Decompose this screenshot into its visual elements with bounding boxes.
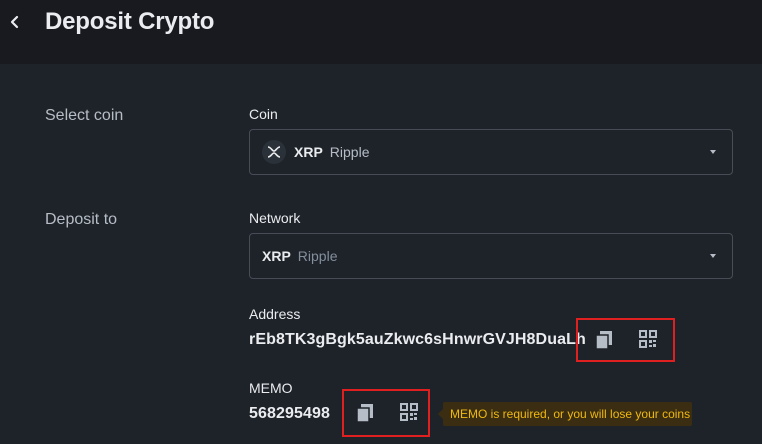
copy-address-button[interactable]: [593, 330, 615, 355]
xrp-logo-icon: [262, 140, 286, 164]
back-button[interactable]: [4, 10, 26, 38]
copy-icon: [356, 403, 374, 428]
qr-code-icon: [639, 329, 657, 353]
network-field-label: Network: [249, 210, 301, 226]
copy-icon: [595, 330, 613, 355]
network-select[interactable]: XRP Ripple: [249, 233, 733, 279]
memo-warning-text: MEMO is required, or you will lose your …: [450, 407, 691, 421]
coin-select[interactable]: XRP Ripple: [249, 129, 733, 175]
address-value: rEb8TK3gBgk5auZkwc6sHnwrGVJH8DuaLh: [249, 331, 586, 348]
memo-warning-tooltip: MEMO is required, or you will lose your …: [438, 402, 692, 426]
address-qr-button[interactable]: [637, 329, 659, 353]
page-title: Deposit Crypto: [45, 8, 215, 35]
network-symbol: XRP: [262, 248, 291, 264]
qr-code-icon: [400, 402, 418, 426]
address-label: Address: [249, 306, 301, 322]
header-bar: Deposit Crypto: [0, 0, 762, 64]
address-actions-highlight: [576, 318, 675, 362]
chevron-down-icon: [710, 254, 716, 258]
tooltip-arrow: [438, 409, 443, 419]
memo-qr-button[interactable]: [398, 402, 420, 426]
chevron-down-icon: [710, 150, 716, 154]
memo-value: 568295498: [249, 405, 330, 422]
chevron-left-icon: [9, 15, 21, 34]
coin-symbol: XRP: [294, 144, 323, 160]
coin-field-label: Coin: [249, 106, 278, 122]
select-coin-label: Select coin: [45, 107, 124, 124]
memo-label: MEMO: [249, 380, 293, 396]
coin-name: Ripple: [329, 144, 370, 160]
network-name: Ripple: [297, 248, 338, 264]
copy-memo-button[interactable]: [354, 403, 376, 428]
deposit-to-label: Deposit to: [45, 211, 118, 228]
